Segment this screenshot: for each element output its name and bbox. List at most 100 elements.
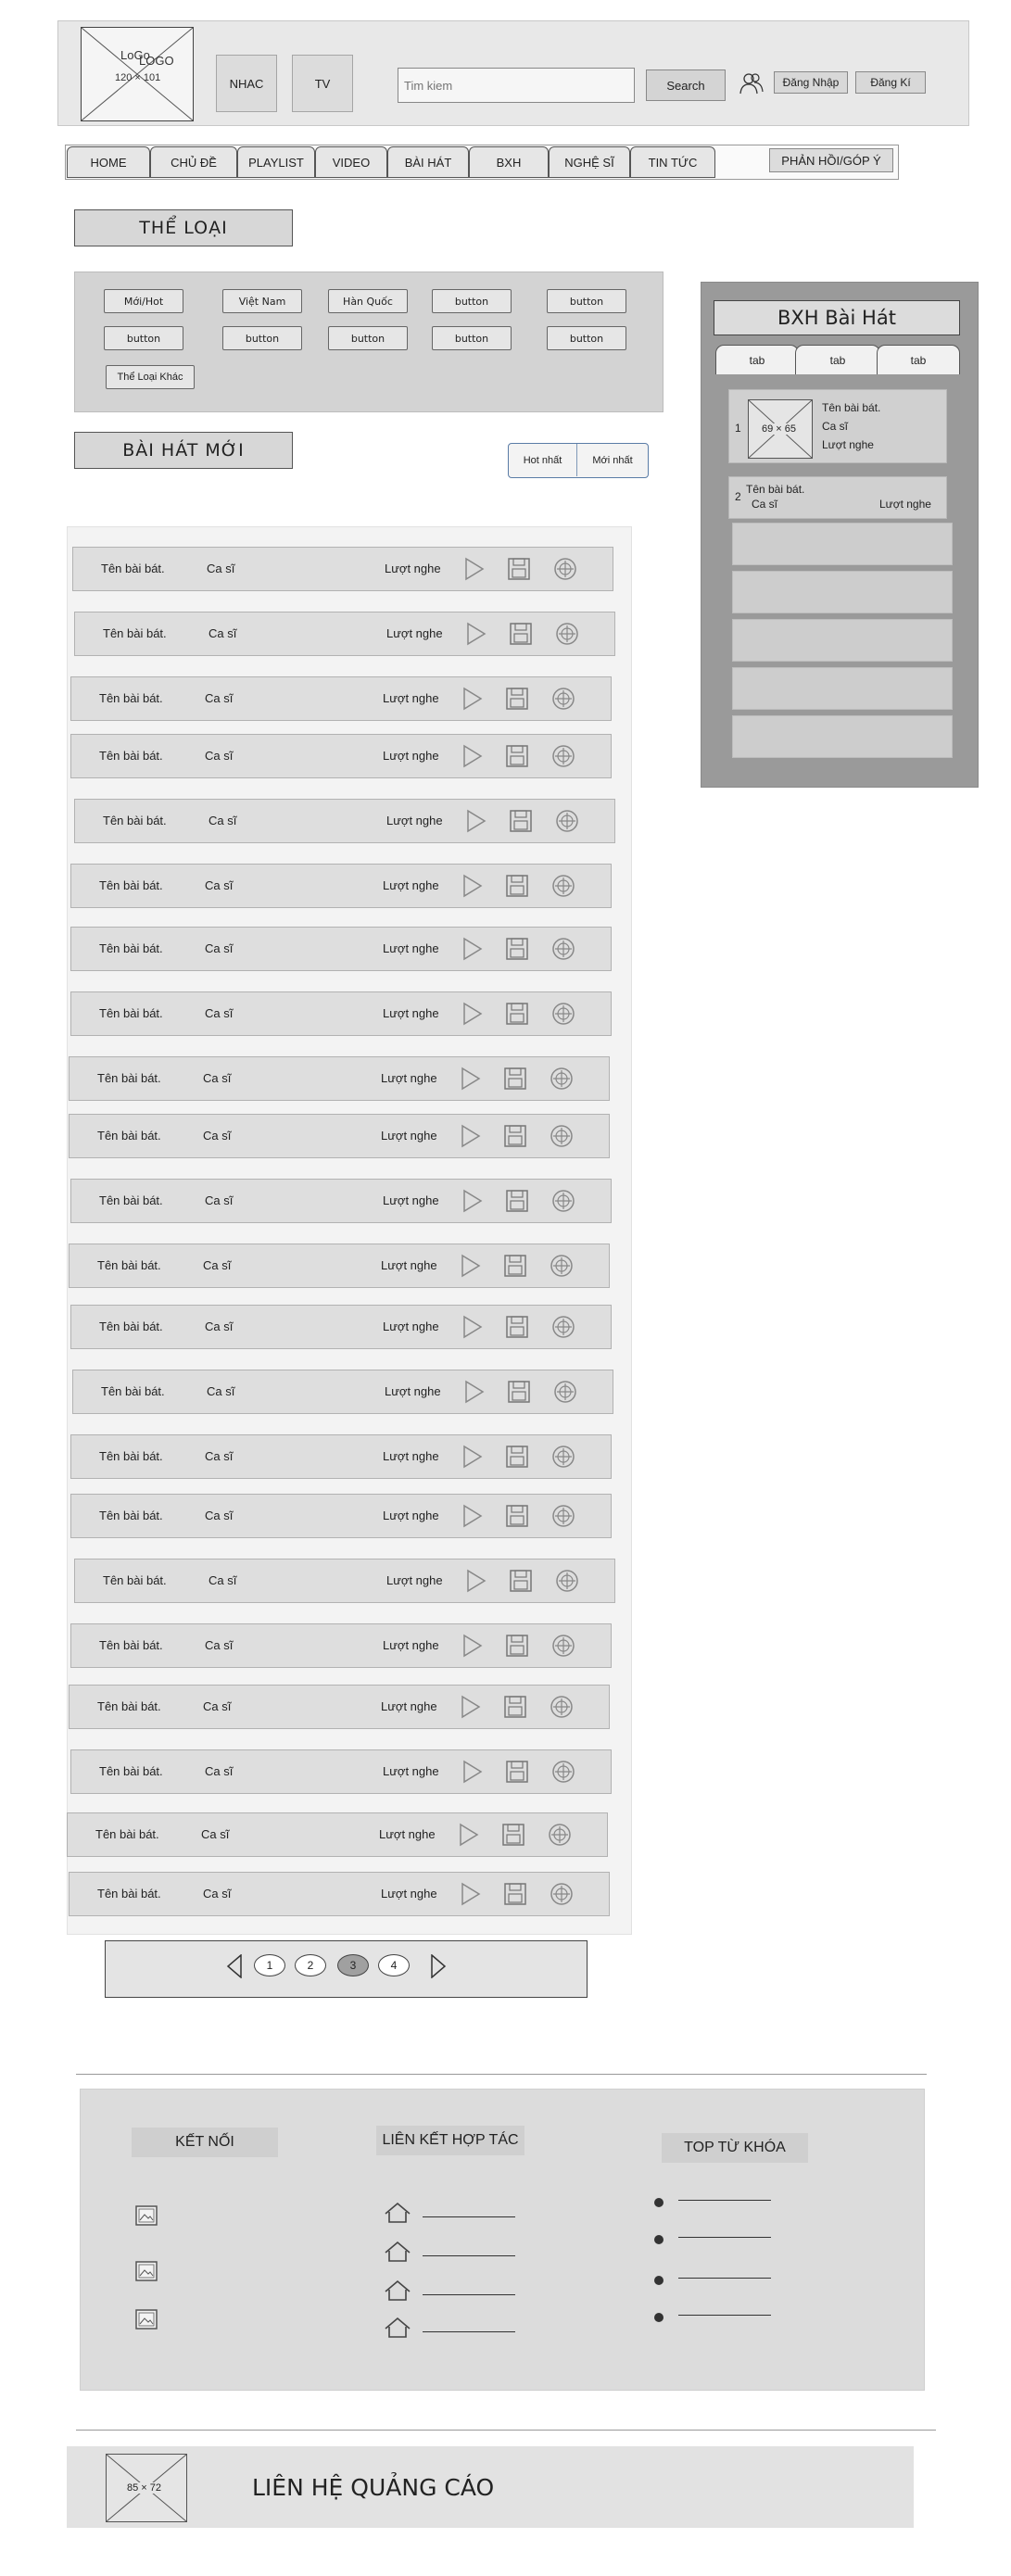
add-icon[interactable] bbox=[551, 1002, 575, 1026]
add-icon[interactable] bbox=[551, 874, 575, 898]
keyword-link[interactable] bbox=[678, 2278, 771, 2279]
category-button[interactable]: button bbox=[328, 326, 408, 350]
category-button[interactable]: button bbox=[432, 289, 512, 313]
save-icon[interactable] bbox=[505, 1315, 529, 1339]
save-icon[interactable] bbox=[503, 1254, 527, 1278]
play-icon[interactable] bbox=[461, 687, 485, 711]
keyword-link[interactable] bbox=[678, 2315, 771, 2316]
play-icon[interactable] bbox=[464, 809, 488, 833]
chart-tab-3[interactable]: tab bbox=[877, 345, 960, 374]
add-icon[interactable] bbox=[553, 1380, 577, 1404]
category-button[interactable]: button bbox=[222, 326, 302, 350]
play-icon[interactable] bbox=[457, 1823, 481, 1847]
play-icon[interactable] bbox=[461, 1445, 485, 1469]
play-icon[interactable] bbox=[461, 1760, 485, 1784]
save-icon[interactable] bbox=[501, 1823, 525, 1847]
keyword-link[interactable] bbox=[678, 2237, 771, 2238]
save-icon[interactable] bbox=[507, 1380, 531, 1404]
save-icon[interactable] bbox=[503, 1124, 527, 1148]
add-icon[interactable] bbox=[548, 1823, 572, 1847]
menu-item[interactable]: HOME bbox=[67, 146, 150, 178]
category-other-button[interactable]: Thể Loại Khác bbox=[106, 365, 195, 389]
image-icon[interactable] bbox=[135, 2261, 158, 2281]
play-icon[interactable] bbox=[459, 1882, 483, 1906]
keyword-link[interactable] bbox=[678, 2200, 771, 2201]
category-button[interactable]: button bbox=[547, 326, 626, 350]
play-icon[interactable] bbox=[459, 1124, 483, 1148]
home-icon[interactable] bbox=[384, 2317, 411, 2339]
song-row[interactable]: Tên bài bát. Ca sĩ Lượt nghe bbox=[67, 1812, 608, 1857]
add-icon[interactable] bbox=[551, 1634, 575, 1658]
add-icon[interactable] bbox=[555, 622, 579, 646]
image-icon[interactable] bbox=[135, 2205, 158, 2226]
page-number-button[interactable]: 4 bbox=[378, 1954, 410, 1976]
song-row[interactable]: Tên bài bát. Ca sĩ Lượt nghe bbox=[69, 1685, 610, 1729]
sort-hot-button[interactable]: Hot nhất bbox=[509, 444, 577, 476]
next-page-icon[interactable] bbox=[430, 1954, 447, 1978]
add-icon[interactable] bbox=[551, 1760, 575, 1784]
image-icon[interactable] bbox=[135, 2309, 158, 2330]
play-icon[interactable] bbox=[464, 1569, 488, 1593]
page-number-button[interactable]: 3 bbox=[337, 1954, 369, 1976]
save-icon[interactable] bbox=[509, 622, 533, 646]
logo-placeholder[interactable]: LoGo LOGO 120 × 101 bbox=[81, 27, 194, 121]
song-row[interactable]: Tên bài bát. Ca sĩ Lượt nghe bbox=[74, 612, 615, 656]
play-icon[interactable] bbox=[461, 1189, 485, 1213]
save-icon[interactable] bbox=[505, 687, 529, 711]
menu-item[interactable]: TIN TỨC bbox=[630, 146, 715, 178]
search-input[interactable] bbox=[398, 68, 635, 103]
save-icon[interactable] bbox=[505, 1634, 529, 1658]
add-icon[interactable] bbox=[555, 1569, 579, 1593]
add-icon[interactable] bbox=[551, 1189, 575, 1213]
song-row[interactable]: Tên bài bát. Ca sĩ Lượt nghe bbox=[72, 1370, 613, 1414]
play-icon[interactable] bbox=[461, 937, 485, 961]
partner-link[interactable] bbox=[423, 2331, 515, 2332]
play-icon[interactable] bbox=[461, 1315, 485, 1339]
save-icon[interactable] bbox=[505, 1760, 529, 1784]
register-button[interactable]: Đăng Kí bbox=[855, 71, 926, 94]
login-button[interactable]: Đăng Nhập bbox=[774, 71, 848, 94]
prev-page-icon[interactable] bbox=[226, 1954, 243, 1978]
add-icon[interactable] bbox=[550, 1254, 574, 1278]
menu-item[interactable]: BXH bbox=[469, 146, 549, 178]
song-row[interactable]: Tên bài bát. Ca sĩ Lượt nghe bbox=[70, 864, 612, 908]
users-icon[interactable] bbox=[739, 71, 765, 95]
chart-item-1[interactable]: 1 69 × 65 Tên bài bát. Ca sĩ Lượt nghe bbox=[728, 389, 947, 463]
chart-tab-2[interactable]: tab bbox=[795, 345, 880, 374]
add-icon[interactable] bbox=[555, 809, 579, 833]
add-icon[interactable] bbox=[553, 557, 577, 581]
page-number-button[interactable]: 2 bbox=[295, 1954, 326, 1976]
save-icon[interactable] bbox=[503, 1882, 527, 1906]
nav-tv-button[interactable]: TV bbox=[292, 55, 353, 112]
save-icon[interactable] bbox=[505, 1504, 529, 1528]
play-icon[interactable] bbox=[462, 1380, 487, 1404]
category-button[interactable]: button bbox=[432, 326, 512, 350]
category-button[interactable]: button bbox=[104, 326, 183, 350]
song-row[interactable]: Tên bài bát. Ca sĩ Lượt nghe bbox=[70, 1179, 612, 1223]
chart-slot[interactable] bbox=[732, 571, 953, 613]
play-icon[interactable] bbox=[461, 874, 485, 898]
save-icon[interactable] bbox=[505, 937, 529, 961]
partner-link[interactable] bbox=[423, 2255, 515, 2256]
song-row[interactable]: Tên bài bát. Ca sĩ Lượt nghe bbox=[69, 1056, 610, 1101]
category-button[interactable]: Việt Nam bbox=[222, 289, 302, 313]
home-icon[interactable] bbox=[384, 2241, 411, 2263]
category-button[interactable]: button bbox=[547, 289, 626, 313]
add-icon[interactable] bbox=[551, 1504, 575, 1528]
search-button[interactable]: Search bbox=[646, 69, 726, 101]
song-row[interactable]: Tên bài bát. Ca sĩ Lượt nghe bbox=[70, 927, 612, 971]
save-icon[interactable] bbox=[505, 1002, 529, 1026]
menu-item[interactable]: PLAYLIST bbox=[237, 146, 315, 178]
song-row[interactable]: Tên bài bát. Ca sĩ Lượt nghe bbox=[70, 1623, 612, 1668]
chart-tab-1[interactable]: tab bbox=[715, 345, 799, 374]
chart-slot[interactable] bbox=[732, 619, 953, 662]
menu-item[interactable]: VIDEO bbox=[315, 146, 387, 178]
add-icon[interactable] bbox=[550, 1124, 574, 1148]
song-row[interactable]: Tên bài bát. Ca sĩ Lượt nghe bbox=[72, 547, 613, 591]
save-icon[interactable] bbox=[509, 1569, 533, 1593]
play-icon[interactable] bbox=[461, 1634, 485, 1658]
menu-item[interactable]: NGHỆ SĨ bbox=[549, 146, 630, 178]
sort-new-button[interactable]: Mới nhất bbox=[578, 444, 647, 476]
save-icon[interactable] bbox=[505, 1445, 529, 1469]
song-row[interactable]: Tên bài bát. Ca sĩ Lượt nghe bbox=[70, 991, 612, 1036]
